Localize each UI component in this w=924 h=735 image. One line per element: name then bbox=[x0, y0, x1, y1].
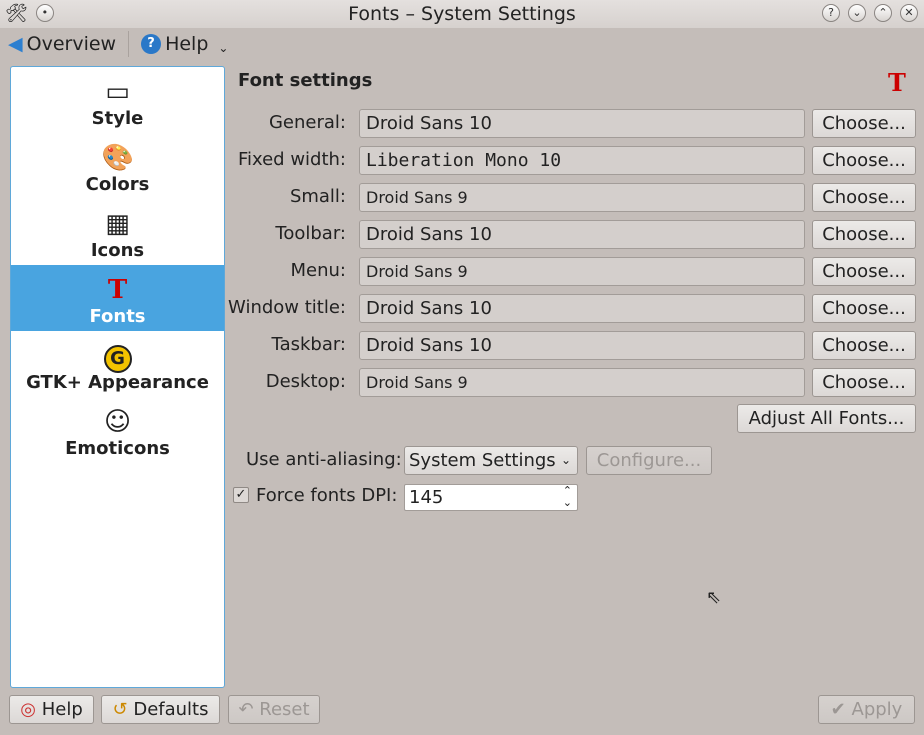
icons-icon: ▦ bbox=[105, 209, 130, 239]
sidebar-item-emoticons[interactable]: ☺ Emoticons bbox=[11, 397, 224, 463]
choose-button[interactable]: Choose... bbox=[812, 331, 916, 360]
mouse-cursor: ⇖ bbox=[706, 587, 722, 608]
font-value-field: Droid Sans 9 bbox=[359, 368, 805, 397]
sidebar-item-gtk-appearance[interactable]: G GTK+ Appearance bbox=[11, 331, 224, 397]
sidebar-item-style[interactable]: ▭ Style bbox=[11, 67, 224, 133]
font-value-field: Droid Sans 9 bbox=[359, 183, 805, 212]
toolbar-separator bbox=[128, 31, 130, 57]
chevron-down-icon: ⌄ bbox=[560, 453, 571, 467]
fonts-icon: T bbox=[107, 275, 128, 305]
font-label: Desktop: bbox=[265, 371, 346, 392]
sidebar-item-label: Fonts bbox=[89, 306, 146, 327]
reset-icon: ↶ bbox=[238, 699, 254, 720]
sidebar-item-label: Icons bbox=[90, 240, 145, 261]
font-label: Taskbar: bbox=[271, 334, 346, 355]
tools-icon[interactable]: 🛠 bbox=[5, 4, 28, 24]
font-label: General: bbox=[268, 112, 346, 133]
check-icon: ✔ bbox=[830, 699, 846, 720]
sidebar-item-label: Emoticons bbox=[65, 438, 170, 459]
sidebar-item-label: Style bbox=[91, 108, 144, 129]
font-label: Fixed width: bbox=[237, 149, 346, 170]
apply-button-label: Apply bbox=[851, 699, 903, 720]
back-arrow-icon: ◀ bbox=[8, 33, 23, 55]
font-label: Menu: bbox=[290, 260, 347, 281]
font-row: Small: Droid Sans 9 Choose... bbox=[220, 183, 916, 212]
fonts-module-icon: T bbox=[888, 68, 906, 97]
font-row: Toolbar: Droid Sans 10 Choose... bbox=[220, 220, 916, 249]
choose-button[interactable]: Choose... bbox=[812, 368, 916, 397]
help-label: Help bbox=[165, 33, 209, 55]
choose-button[interactable]: Choose... bbox=[812, 294, 916, 323]
help-menu-button[interactable]: ? Help ⌄ bbox=[133, 33, 236, 55]
font-row: Window title: Droid Sans 10 Choose... bbox=[220, 294, 916, 323]
dpi-spinbox[interactable]: 145 ⌃ ⌄ bbox=[404, 484, 578, 511]
sidebar-item-colors[interactable]: 🎨 Colors bbox=[11, 133, 224, 199]
toolbar: ◀ Overview ? Help ⌄ bbox=[0, 28, 924, 60]
defaults-button[interactable]: ↺ Defaults bbox=[101, 695, 220, 724]
sidebar-item-label: Colors bbox=[85, 174, 150, 195]
font-label: Small: bbox=[289, 186, 346, 207]
adjust-all-fonts-button[interactable]: Adjust All Fonts... bbox=[737, 404, 916, 433]
font-row: Menu: Droid Sans 9 Choose... bbox=[220, 257, 916, 286]
defaults-icon: ↺ bbox=[112, 699, 128, 720]
antialias-select[interactable]: System Settings ⌄ bbox=[404, 446, 578, 475]
configure-button[interactable]: Configure... bbox=[586, 446, 712, 475]
help-button[interactable]: ◎ Help bbox=[9, 695, 94, 724]
sidebar-item-fonts[interactable]: T Fonts bbox=[11, 265, 224, 331]
choose-button[interactable]: Choose... bbox=[812, 109, 916, 138]
title-bar: 🛠 • Fonts – System Settings ? ⌄ ⌃ ✕ bbox=[0, 0, 924, 28]
overview-label: Overview bbox=[26, 33, 117, 55]
choose-button[interactable]: Choose... bbox=[812, 220, 916, 249]
overview-button[interactable]: ◀ Overview bbox=[0, 33, 124, 55]
category-sidebar: ▭ Style 🎨 Colors ▦ Icons T Fonts G GTK+ Appea… bbox=[10, 66, 225, 688]
choose-button[interactable]: Choose... bbox=[812, 146, 916, 175]
reset-button-label: Reset bbox=[259, 699, 310, 720]
help-button-label: Help bbox=[41, 699, 83, 720]
pin-button[interactable]: • bbox=[35, 4, 54, 22]
font-value-field: Droid Sans 10 bbox=[359, 331, 805, 360]
font-value-field: Droid Sans 9 bbox=[359, 257, 805, 286]
sidebar-item-label: GTK+ Appearance bbox=[26, 372, 209, 393]
window-title: Fonts – System Settings bbox=[348, 3, 576, 25]
antialias-label: Use anti-aliasing: bbox=[246, 449, 402, 470]
force-dpi-checkbox[interactable]: ✓ bbox=[233, 487, 249, 503]
force-dpi-label: Force fonts DPI: bbox=[256, 485, 398, 506]
defaults-button-label: Defaults bbox=[133, 699, 209, 720]
spin-arrows-icon[interactable]: ⌃ ⌄ bbox=[563, 485, 572, 509]
font-value-field: Droid Sans 10 bbox=[359, 294, 805, 323]
help-lifebuoy-icon: ◎ bbox=[20, 699, 36, 720]
font-row: Desktop: Droid Sans 9 Choose... bbox=[220, 368, 916, 397]
help-icon: ? bbox=[141, 34, 162, 54]
style-icon: ▭ bbox=[105, 77, 130, 107]
page-title: Font settings bbox=[238, 70, 373, 91]
emoticons-icon: ☺ bbox=[103, 407, 132, 437]
font-value-field: Droid Sans 10 bbox=[359, 220, 805, 249]
choose-button[interactable]: Choose... bbox=[812, 183, 916, 212]
font-value-field: Droid Sans 10 bbox=[359, 109, 805, 138]
sidebar-item-icons[interactable]: ▦ Icons bbox=[11, 199, 224, 265]
close-button[interactable]: ✕ bbox=[900, 4, 918, 22]
font-row: Taskbar: Droid Sans 10 Choose... bbox=[220, 331, 916, 360]
font-label: Toolbar: bbox=[275, 223, 346, 244]
antialias-value: System Settings bbox=[409, 450, 556, 471]
reset-button[interactable]: ↶ Reset bbox=[228, 695, 320, 724]
font-label: Window title: bbox=[228, 297, 346, 318]
apply-button[interactable]: ✔ Apply bbox=[818, 695, 915, 724]
font-row: General: Droid Sans 10 Choose... bbox=[220, 109, 916, 138]
chevron-down-icon: ⌄ bbox=[218, 41, 229, 55]
dpi-value: 145 bbox=[409, 487, 444, 508]
minimize-button[interactable]: ⌄ bbox=[848, 4, 866, 22]
colors-icon: 🎨 bbox=[101, 143, 134, 173]
gtk-icon: G bbox=[102, 340, 134, 373]
font-row: Fixed width: Liberation Mono 10 Choose..… bbox=[220, 146, 916, 175]
help-window-button[interactable]: ? bbox=[822, 4, 840, 22]
font-value-field: Liberation Mono 10 bbox=[359, 146, 805, 175]
choose-button[interactable]: Choose... bbox=[812, 257, 916, 286]
maximize-button[interactable]: ⌃ bbox=[874, 4, 892, 22]
